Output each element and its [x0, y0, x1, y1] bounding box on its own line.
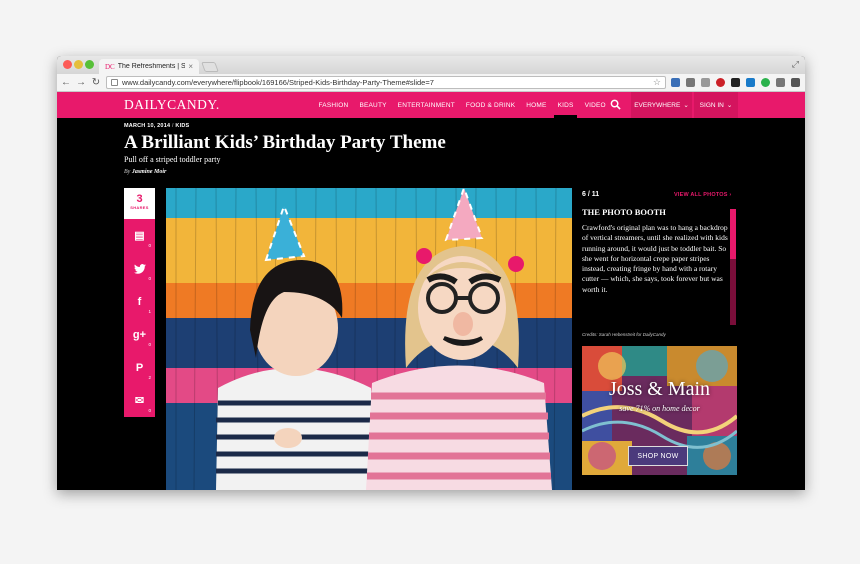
chevron-down-icon: ⌄ — [683, 102, 689, 109]
page-icon — [111, 79, 118, 86]
google-plus-icon: g+ — [132, 328, 147, 341]
share-button-count: 2 — [148, 375, 151, 380]
caption-scrollbar[interactable] — [730, 209, 736, 325]
article-meta: MARCH 10, 2014 / KIDS — [124, 123, 190, 129]
article-title: A Brilliant Kids’ Birthday Party Theme — [124, 132, 446, 153]
share-count-label: SHARES — [130, 205, 149, 210]
joss-and-main-ad[interactable]: Joss & Main save 71% on home decor SHOP … — [582, 346, 737, 475]
nav-kids[interactable]: KIDS — [552, 92, 579, 118]
author-link[interactable]: Jasmine Moir — [132, 169, 167, 175]
view-all-label: VIEW ALL PHOTOS — [674, 192, 728, 198]
fullscreen-icon[interactable]: ⤢ — [792, 59, 799, 70]
ad-brand: Joss & Main — [608, 378, 711, 400]
main-nav: FASHION BEAUTY ENTERTAINMENT FOOD & DRIN… — [313, 92, 611, 118]
sign-in-label: SIGN IN — [699, 101, 724, 109]
bookmark-add-icon: ▤ — [134, 230, 145, 242]
v-extension-icon[interactable] — [746, 78, 755, 87]
nav-food-drink[interactable]: FOOD & DRINK — [460, 92, 520, 118]
nav-video[interactable]: VIDEO — [579, 92, 611, 118]
chevron-down-icon: ⌄ — [726, 102, 733, 109]
bookmark-star-icon[interactable]: ☆ — [653, 77, 661, 88]
extension-1-icon[interactable] — [671, 78, 680, 87]
everywhere-label: EVERYWHERE — [634, 101, 681, 109]
nav-home[interactable]: HOME — [521, 92, 552, 118]
shop-now-button[interactable]: SHOP NOW — [628, 446, 688, 466]
browser-tab[interactable]: DC The Refreshments | Stripe × — [99, 59, 199, 74]
everywhere-dropdown[interactable]: EVERYWHERE ⌄ — [631, 92, 692, 118]
byline-prefix: By — [124, 169, 131, 175]
email-icon: ✉ — [134, 395, 145, 407]
article-section-link[interactable]: KIDS — [175, 123, 189, 129]
article-byline: By Jasmine Moir — [124, 169, 166, 175]
reload-icon[interactable]: ↻ — [91, 77, 101, 88]
chevron-right-icon: › — [729, 192, 732, 198]
nav-entertainment[interactable]: ENTERTAINMENT — [392, 92, 460, 118]
browser-toolbar: ← → ↻ www.dailycandy.com/everywhere/flip… — [57, 74, 805, 92]
nav-beauty[interactable]: BEAUTY — [354, 92, 392, 118]
twitter-icon — [133, 263, 146, 274]
tools-icon[interactable] — [776, 78, 785, 87]
caption-title: THE PHOTO BOOTH — [582, 207, 666, 217]
browser-window: DC The Refreshments | Stripe × ⤢ ← → ↻ w… — [57, 56, 805, 490]
dailycandy-favicon-icon: DC — [105, 62, 115, 71]
tab-close-icon[interactable]: × — [188, 62, 193, 71]
share-button-count: 1 — [148, 309, 151, 314]
article-date: MARCH 10, 2014 — [124, 123, 171, 129]
facebook-icon: f — [137, 295, 142, 308]
buffer-extension-icon[interactable] — [731, 78, 740, 87]
article-subtitle: Pull off a striped toddler party — [124, 155, 221, 164]
ad-tagline: save 71% on home decor — [619, 404, 700, 413]
graph-extension-icon[interactable] — [701, 78, 710, 87]
share-count-number: 3 — [136, 193, 143, 205]
new-tab-button[interactable] — [201, 62, 219, 72]
pinterest-icon: P — [135, 361, 144, 374]
caption-text: Crawford's original plan was to hang a b… — [582, 223, 728, 294]
share-button-count: 0 — [148, 408, 151, 413]
email-share-button[interactable]: ✉ 0 — [124, 384, 155, 417]
facebook-share-button[interactable]: f 1 — [124, 285, 155, 318]
wrench-icon[interactable] — [686, 78, 695, 87]
share-sidebar: 3 SHARES ▤ 0 0 f 1 g+ 0 P 2 ✉ 0 — [124, 188, 155, 417]
pinterest-share-button[interactable]: P 2 — [124, 351, 155, 384]
minimize-window-button[interactable] — [74, 60, 83, 69]
extensions-bar — [671, 78, 800, 87]
slide-counter: 6 / 11 — [582, 191, 600, 198]
twitter-share-button[interactable]: 0 — [124, 252, 155, 285]
sign-in-dropdown[interactable]: SIGN IN ⌄ — [694, 92, 738, 118]
menu-icon[interactable] — [791, 78, 800, 87]
view-all-photos-link[interactable]: VIEW ALL PHOTOS › — [674, 192, 731, 198]
close-window-button[interactable] — [63, 60, 72, 69]
photo-credit: Credits: Sarah Hebenstreit for DailyCand… — [582, 332, 666, 337]
bookmark-share-button[interactable]: ▤ 0 — [124, 219, 155, 252]
slideshow-photo[interactable] — [166, 188, 572, 490]
site-header: DAILYCANDY. FASHION BEAUTY ENTERTAINMENT… — [57, 92, 805, 118]
forward-icon[interactable]: → — [76, 77, 86, 88]
slide-caption: THE PHOTO BOOTH Crawford's original plan… — [582, 207, 729, 295]
nav-fashion[interactable]: FASHION — [313, 92, 354, 118]
tab-bar: DC The Refreshments | Stripe × ⤢ — [57, 56, 805, 74]
share-button-count: 0 — [148, 243, 151, 248]
address-bar[interactable]: www.dailycandy.com/everywhere/flipbook/1… — [106, 76, 666, 89]
site-logo[interactable]: DAILYCANDY. — [124, 97, 220, 113]
share-count: 3 SHARES — [124, 188, 155, 219]
pinterest-extension-icon[interactable] — [716, 78, 725, 87]
zoom-window-button[interactable] — [85, 60, 94, 69]
web-page: DAILYCANDY. FASHION BEAUTY ENTERTAINMENT… — [57, 92, 805, 490]
share-button-count: 0 — [148, 276, 151, 281]
url-text: www.dailycandy.com/everywhere/flipbook/1… — [122, 78, 434, 87]
share-button-count: 0 — [148, 342, 151, 347]
green-extension-icon[interactable] — [761, 78, 770, 87]
search-icon[interactable] — [610, 99, 621, 110]
tab-title: The Refreshments | Stripe — [117, 63, 186, 70]
back-icon[interactable]: ← — [61, 77, 71, 88]
google-plus-share-button[interactable]: g+ 0 — [124, 318, 155, 351]
